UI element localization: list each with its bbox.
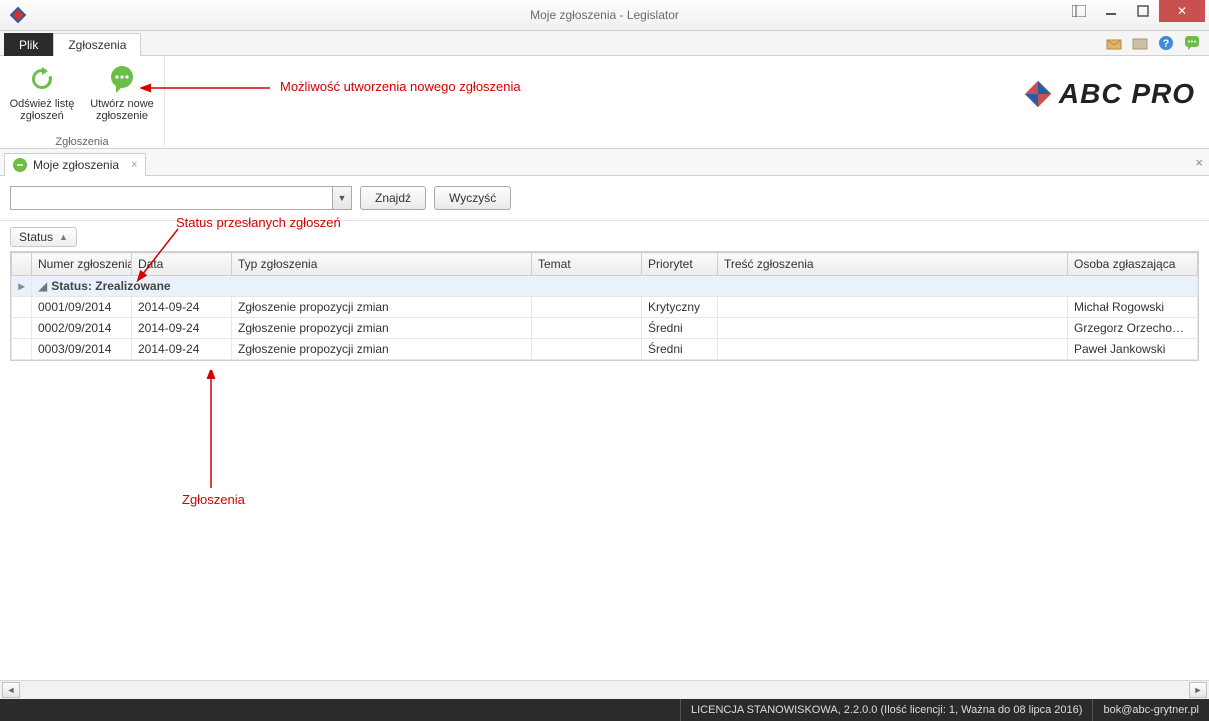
search-input[interactable]: [11, 187, 332, 209]
cell-subject: [532, 297, 642, 318]
ribbon-group-reports: Odśwież listę zgłoszeń Utwórz nowe zgłos…: [0, 56, 165, 152]
group-status-label: Status: [19, 230, 53, 244]
cell-number: 0002/09/2014: [32, 318, 132, 339]
logo-text: ABC PRO: [1059, 78, 1195, 110]
window-layout-icon[interactable]: [1063, 0, 1095, 22]
table-row[interactable]: 0002/09/2014 2014-09-24 Zgłoszenie propo…: [12, 318, 1198, 339]
cell-content: [718, 339, 1068, 360]
cell-subject: [532, 318, 642, 339]
folder-icon[interactable]: [1131, 34, 1149, 52]
scroll-left-icon[interactable]: ◄: [2, 682, 20, 698]
cell-number: 0003/09/2014: [32, 339, 132, 360]
title-bar: Moje zgłoszenia - Legislator ✕: [0, 0, 1209, 31]
annotation-list: Zgłoszenia: [182, 492, 245, 507]
col-number[interactable]: Numer zgłoszenia: [32, 253, 132, 276]
close-button[interactable]: ✕: [1159, 0, 1205, 22]
find-button[interactable]: Znajdź: [360, 186, 426, 210]
create-report-button[interactable]: Utwórz nowe zgłoszenie: [82, 60, 162, 124]
cell-date: 2014-09-24: [132, 339, 232, 360]
table-row[interactable]: 0001/09/2014 2014-09-24 Zgłoszenie propo…: [12, 297, 1198, 318]
refresh-list-button[interactable]: Odśwież listę zgłoszeń: [2, 60, 82, 124]
cell-reporter: Paweł Jankowski: [1068, 339, 1198, 360]
cell-reporter: Michał Rogowski: [1068, 297, 1198, 318]
cell-date: 2014-09-24: [132, 318, 232, 339]
cell-type: Zgłoszenie propozycji zmian: [232, 339, 532, 360]
cell-content: [718, 318, 1068, 339]
tab-my-reports-label: Moje zgłoszenia: [33, 158, 119, 172]
svg-text:?: ?: [1163, 38, 1170, 50]
group-header-row[interactable]: ▸ ◢ Status: Zrealizowane: [12, 276, 1198, 297]
cell-priority: Średni: [642, 318, 718, 339]
search-bar: ▼ Znajdź Wyczyść: [0, 176, 1209, 221]
cell-number: 0001/09/2014: [32, 297, 132, 318]
refresh-icon: [25, 62, 59, 96]
tab-close-icon[interactable]: ×: [131, 159, 137, 171]
collapse-icon[interactable]: ◢: [38, 279, 47, 293]
clear-button[interactable]: Wyczyść: [434, 186, 511, 210]
reports-table: Numer zgłoszenia Data Typ zgłoszenia Tem…: [11, 252, 1198, 360]
row-indicator-header: [12, 253, 32, 276]
tab-file[interactable]: Plik: [4, 33, 53, 56]
sort-asc-icon: ▲: [59, 232, 68, 242]
ribbon: Odśwież listę zgłoszeń Utwórz nowe zgłos…: [0, 56, 1209, 149]
refresh-list-label: Odśwież listę zgłoszeń: [10, 98, 75, 122]
cell-priority: Średni: [642, 339, 718, 360]
app-icon: [6, 3, 30, 27]
tab-reports[interactable]: Zgłoszenia: [53, 33, 141, 56]
dropdown-icon[interactable]: ▼: [332, 187, 351, 209]
group-header-text: Status: Zrealizowane: [51, 279, 170, 293]
status-email: bok@abc-grytner.pl: [1092, 699, 1209, 721]
tab-my-reports[interactable]: Moje zgłoszenia ×: [4, 153, 146, 176]
col-content[interactable]: Treść zgłoszenia: [718, 253, 1068, 276]
horizontal-scrollbar[interactable]: ◄ ►: [0, 680, 1209, 699]
reports-grid: Numer zgłoszenia Data Typ zgłoszenia Tem…: [10, 251, 1199, 361]
status-bar: LICENCJA STANOWISKOWA, 2.2.0.0 (Ilość li…: [0, 699, 1209, 721]
cell-reporter: Grzegorz Orzechowski: [1068, 318, 1198, 339]
ribbon-group-title: Zgłoszenia: [55, 136, 108, 148]
logo-icon: [1023, 79, 1053, 109]
help-icon[interactable]: ?: [1157, 34, 1175, 52]
window-title: Moje zgłoszenia - Legislator: [0, 8, 1209, 22]
col-date[interactable]: Data: [132, 253, 232, 276]
chat-icon[interactable]: [1183, 34, 1201, 52]
search-combo[interactable]: ▼: [10, 186, 352, 210]
menu-tabs: Plik Zgłoszenia ?: [0, 31, 1209, 56]
col-type[interactable]: Typ zgłoszenia: [232, 253, 532, 276]
table-row[interactable]: 0003/09/2014 2014-09-24 Zgłoszenie propo…: [12, 339, 1198, 360]
minimize-button[interactable]: [1095, 0, 1127, 22]
status-license: LICENCJA STANOWISKOWA, 2.2.0.0 (Ilość li…: [680, 699, 1092, 721]
col-reporter[interactable]: Osoba zgłaszająca: [1068, 253, 1198, 276]
group-area: Status ▲ Status przesłanych zgłoszeń: [0, 221, 1209, 251]
maximize-button[interactable]: [1127, 0, 1159, 22]
panel-close-icon[interactable]: ×: [1195, 155, 1203, 170]
scroll-right-icon[interactable]: ►: [1189, 682, 1207, 698]
cell-type: Zgłoszenie propozycji zmian: [232, 297, 532, 318]
cell-subject: [532, 339, 642, 360]
group-status-chip[interactable]: Status ▲: [10, 227, 77, 247]
col-subject[interactable]: Temat: [532, 253, 642, 276]
brand-logo: ABC PRO: [1023, 78, 1195, 110]
create-report-label: Utwórz nowe zgłoszenie: [90, 98, 154, 122]
cell-type: Zgłoszenie propozycji zmian: [232, 318, 532, 339]
speech-bubble-icon: [105, 62, 139, 96]
annotation-create: Możliwość utworzenia nowego zgłoszenia: [280, 79, 521, 94]
cell-priority: Krytyczny: [642, 297, 718, 318]
row-pointer-icon: ▸: [12, 276, 32, 297]
cell-date: 2014-09-24: [132, 297, 232, 318]
col-priority[interactable]: Priorytet: [642, 253, 718, 276]
tab-chat-icon: [13, 158, 27, 172]
cell-content: [718, 297, 1068, 318]
annotation-arrow-list: [196, 370, 226, 490]
table-header-row: Numer zgłoszenia Data Typ zgłoszenia Tem…: [12, 253, 1198, 276]
inbox-icon[interactable]: [1105, 34, 1123, 52]
document-tabs: Moje zgłoszenia × ×: [0, 149, 1209, 176]
